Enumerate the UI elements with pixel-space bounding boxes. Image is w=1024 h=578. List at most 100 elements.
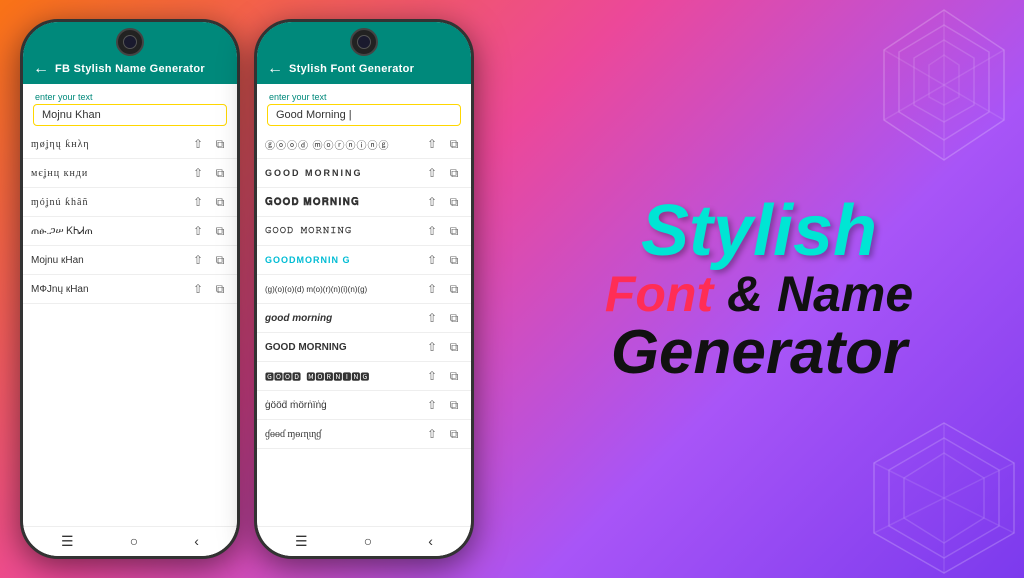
list-item: ġööḋ ṁörṅïṅġ ⇧ ⧉ <box>257 391 471 420</box>
font-actions-a9: ⇧ ⧉ <box>423 367 463 385</box>
list-item: ጠፁ.ጋሠ ᏦᏂᏗጠ ⇧ ⧉ <box>23 217 237 246</box>
list-item: ɱøʝηų ƙнλη ⇧ ⧉ <box>23 130 237 159</box>
app-2-input-area: enter your text Good Morning | <box>257 84 471 130</box>
brand-line3: Generator <box>611 322 907 384</box>
share-icon-3[interactable]: ⇧ <box>189 193 207 211</box>
font-text-a6: (g)(o)(o)(d) m(o)(r)(n)(i)(n)(g) <box>265 285 423 294</box>
brand-area: Stylish Font & Name Generator <box>494 175 1024 404</box>
copy-icon-a5[interactable]: ⧉ <box>445 251 463 269</box>
font-actions-6: ⇧ ⧉ <box>189 280 229 298</box>
app-2-input-label: enter your text <box>267 92 461 102</box>
copy-icon-4[interactable]: ⧉ <box>211 222 229 240</box>
font-text-6: MФJnų кHan <box>31 284 189 295</box>
nav-back-1[interactable]: ‹ <box>194 533 199 550</box>
font-actions-a11: ⇧ ⧉ <box>423 425 463 443</box>
share-icon-4[interactable]: ⇧ <box>189 222 207 240</box>
copy-icon-a1[interactable]: ⧉ <box>445 135 463 153</box>
copy-icon-a2[interactable]: ⧉ <box>445 164 463 182</box>
font-actions-a1: ⇧ ⧉ <box>423 135 463 153</box>
app-1-title: FB Stylish Name Generator <box>55 63 205 75</box>
phone-1-camera <box>116 28 144 56</box>
list-item: ⓖⓞⓞⓓ ⓜⓞⓡⓝⓘⓝⓖ ⇧ ⧉ <box>257 130 471 159</box>
font-text-a9: 🅶🅾🅾🅳 🅼🅾🆁🅽🅸🅽🅶 <box>265 370 423 383</box>
list-item: MФJnų кHan ⇧ ⧉ <box>23 275 237 304</box>
copy-icon-5[interactable]: ⧉ <box>211 251 229 269</box>
copy-icon-3[interactable]: ⧉ <box>211 193 229 211</box>
list-item: GOOD MORNING ⇧ ⧉ <box>257 159 471 188</box>
brand-and-name: & Name <box>713 266 913 322</box>
nav-menu-1[interactable]: ☰ <box>61 533 74 550</box>
font-text-a5: GOODMORNIN G <box>265 255 423 265</box>
nav-back-2[interactable]: ‹ <box>428 533 433 550</box>
list-item: good morning ⇧ ⧉ <box>257 304 471 333</box>
share-icon-a6[interactable]: ⇧ <box>423 280 441 298</box>
font-text-a7: good morning <box>265 313 423 324</box>
share-icon-2[interactable]: ⇧ <box>189 164 207 182</box>
copy-icon-a11[interactable]: ⧉ <box>445 425 463 443</box>
nav-home-1[interactable]: ○ <box>130 533 138 550</box>
phone-2: ← Stylish Font Generator enter your text… <box>254 19 474 559</box>
copy-icon-a3[interactable]: ⧉ <box>445 193 463 211</box>
font-actions-a10: ⇧ ⧉ <box>423 396 463 414</box>
share-icon-a2[interactable]: ⇧ <box>423 164 441 182</box>
font-text-a8: GOOD MORNING <box>265 342 423 353</box>
share-icon-a7[interactable]: ⇧ <box>423 309 441 327</box>
brand-font-word: Font <box>605 266 713 322</box>
font-text-1: ɱøʝηų ƙнλη <box>31 139 189 150</box>
app-1-input-label: enter your text <box>33 92 227 102</box>
share-icon-a10[interactable]: ⇧ <box>423 396 441 414</box>
share-icon-5[interactable]: ⇧ <box>189 251 207 269</box>
list-item: ɱóʝnú ƙĥâñ ⇧ ⧉ <box>23 188 237 217</box>
phone-2-screen: ← Stylish Font Generator enter your text… <box>257 22 471 556</box>
font-text-a3: 𝐆𝐎𝐎𝐃 𝐌𝐎𝐑𝐍𝐈𝐍𝐆 <box>265 197 423 208</box>
share-icon-a5[interactable]: ⇧ <box>423 251 441 269</box>
share-icon-6[interactable]: ⇧ <box>189 280 207 298</box>
list-item: мєʝнц кнди ⇧ ⧉ <box>23 159 237 188</box>
font-actions-a5: ⇧ ⧉ <box>423 251 463 269</box>
font-text-3: ɱóʝnú ƙĥâñ <box>31 197 189 208</box>
brand-line2: Font & Name <box>605 267 913 322</box>
back-arrow-1[interactable]: ← <box>33 60 49 78</box>
app-2-text-input[interactable]: Good Morning | <box>267 104 461 126</box>
app-1-text-input[interactable]: Mojnu Khan <box>33 104 227 126</box>
copy-icon-a7[interactable]: ⧉ <box>445 309 463 327</box>
share-icon-a11[interactable]: ⇧ <box>423 425 441 443</box>
copy-icon-1[interactable]: ⧉ <box>211 135 229 153</box>
brand-line1: Stylish <box>641 195 877 267</box>
list-item: GOODMORNIN G ⇧ ⧉ <box>257 246 471 275</box>
copy-icon-2[interactable]: ⧉ <box>211 164 229 182</box>
copy-icon-a8[interactable]: ⧉ <box>445 338 463 356</box>
copy-icon-a10[interactable]: ⧉ <box>445 396 463 414</box>
font-actions-a4: ⇧ ⧉ <box>423 222 463 240</box>
font-actions-a7: ⇧ ⧉ <box>423 309 463 327</box>
list-item: GOOD MORNING ⇧ ⧉ <box>257 333 471 362</box>
copy-icon-a6[interactable]: ⧉ <box>445 280 463 298</box>
nav-home-2[interactable]: ○ <box>364 533 372 550</box>
app-1-font-list: ɱøʝηų ƙнλη ⇧ ⧉ мєʝнц кнди ⇧ ⧉ ɱóʝnú ƙĥâñ <box>23 130 237 526</box>
share-icon-a8[interactable]: ⇧ <box>423 338 441 356</box>
copy-icon-a9[interactable]: ⧉ <box>445 367 463 385</box>
nav-menu-2[interactable]: ☰ <box>295 533 308 550</box>
font-text-a10: ġööḋ ṁörṅïṅġ <box>265 400 423 411</box>
font-actions-5: ⇧ ⧉ <box>189 251 229 269</box>
font-text-a11: ɠɵɵɗ ɱɵɾɳɩɳɠ <box>265 429 423 440</box>
list-item: 𝙶𝙾𝙾𝙳 𝙼𝙾𝚁𝙽𝙸𝙽𝙶 ⇧ ⧉ <box>257 217 471 246</box>
share-icon-1[interactable]: ⇧ <box>189 135 207 153</box>
list-item: (g)(o)(o)(d) m(o)(r)(n)(i)(n)(g) ⇧ ⧉ <box>257 275 471 304</box>
font-text-a2: GOOD MORNING <box>265 168 423 178</box>
font-text-5: Mojnu кHan <box>31 255 189 266</box>
font-actions-2: ⇧ ⧉ <box>189 164 229 182</box>
share-icon-a9[interactable]: ⇧ <box>423 367 441 385</box>
copy-icon-a4[interactable]: ⧉ <box>445 222 463 240</box>
share-icon-a4[interactable]: ⇧ <box>423 222 441 240</box>
back-arrow-2[interactable]: ← <box>267 60 283 78</box>
app-2-title: Stylish Font Generator <box>289 63 414 75</box>
app-2-font-list: ⓖⓞⓞⓓ ⓜⓞⓡⓝⓘⓝⓖ ⇧ ⧉ GOOD MORNING ⇧ ⧉ 𝐆𝐎𝐎𝐃 𝐌… <box>257 130 471 526</box>
share-icon-a3[interactable]: ⇧ <box>423 193 441 211</box>
share-icon-a1[interactable]: ⇧ <box>423 135 441 153</box>
copy-icon-6[interactable]: ⧉ <box>211 280 229 298</box>
phone-2-camera <box>350 28 378 56</box>
app-2-nav: ☰ ○ ‹ <box>257 526 471 556</box>
font-text-4: ጠፁ.ጋሠ ᏦᏂᏗጠ <box>31 226 189 237</box>
list-item: 𝐆𝐎𝐎𝐃 𝐌𝐎𝐑𝐍𝐈𝐍𝐆 ⇧ ⧉ <box>257 188 471 217</box>
